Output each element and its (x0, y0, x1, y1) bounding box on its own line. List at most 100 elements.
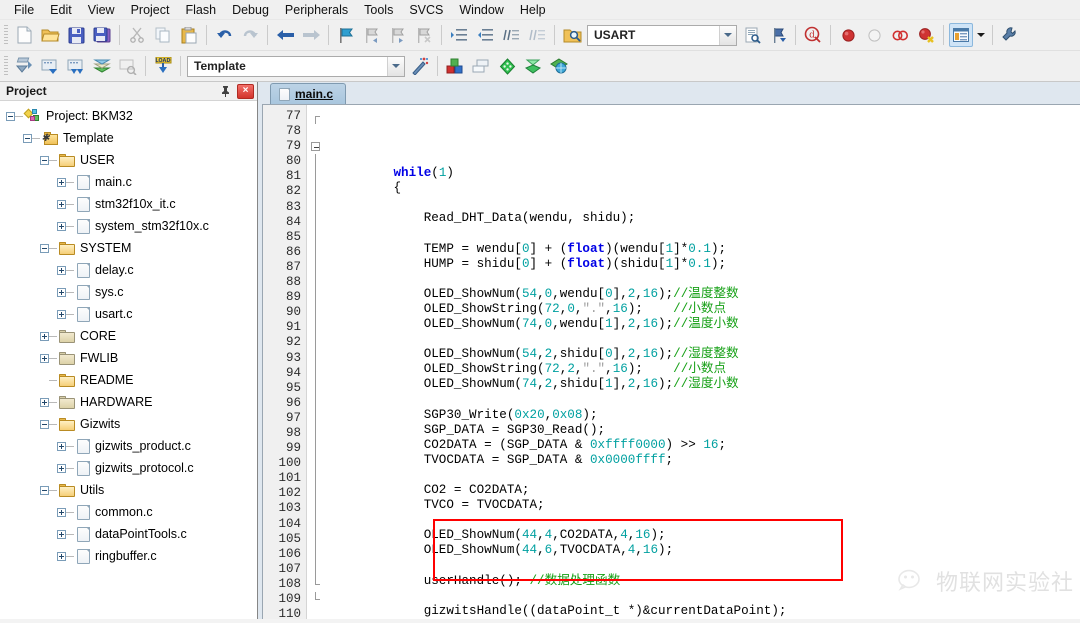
tree-expand-icon[interactable] (57, 529, 66, 539)
open-file-icon[interactable] (38, 23, 62, 47)
undo-icon[interactable] (212, 23, 236, 47)
pin-icon[interactable] (217, 83, 233, 99)
tree-item[interactable]: sys.c (0, 281, 257, 303)
menu-svcs[interactable]: SVCS (401, 1, 451, 19)
source-code-text[interactable]: while(1) { Read_DHT_Data(wendu, shidu); … (329, 105, 1080, 619)
tree-expand-icon[interactable] (57, 463, 66, 473)
menu-view[interactable]: View (80, 1, 123, 19)
bookmark-toggle-icon[interactable] (334, 23, 358, 47)
tree-item[interactable]: ✱ Template (0, 127, 257, 149)
comment-icon[interactable] (499, 23, 523, 47)
target-options-icon[interactable] (443, 54, 467, 78)
tab-main-c[interactable]: main.c (270, 83, 347, 104)
tree-item[interactable]: SYSTEM (0, 237, 257, 259)
navigate-forward-icon[interactable] (299, 23, 323, 47)
disable-breakpoint-icon[interactable] (888, 23, 912, 47)
tree-expand-icon[interactable] (57, 507, 66, 517)
build-icon[interactable] (38, 54, 62, 78)
tree-item[interactable]: Project: BKM32 (0, 105, 257, 127)
tree-item[interactable]: Gizwits (0, 413, 257, 435)
manage-windows-icon[interactable] (949, 23, 973, 47)
find-next-icon[interactable] (740, 23, 764, 47)
download-icon[interactable]: LOAD (151, 54, 175, 78)
rebuild-icon[interactable] (64, 54, 88, 78)
translate-icon[interactable] (12, 54, 36, 78)
tree-item[interactable]: ringbuffer.c (0, 545, 257, 567)
tree-expand-icon[interactable] (40, 331, 49, 341)
toolbar-grip[interactable] (4, 25, 8, 45)
save-icon[interactable] (64, 23, 88, 47)
tree-item[interactable]: HARDWARE (0, 391, 257, 413)
copy-icon[interactable] (151, 23, 175, 47)
find-in-files-icon[interactable] (560, 23, 584, 47)
bookmark-prev-icon[interactable] (360, 23, 384, 47)
tree-item[interactable]: system_stm32f10x.c (0, 215, 257, 237)
project-tree[interactable]: Project: BKM32 ✱ Template USER main.c stm32f1… (0, 101, 257, 619)
tree-collapse-icon[interactable] (40, 155, 49, 165)
tree-expand-icon[interactable] (57, 551, 66, 561)
navigate-back-icon[interactable] (273, 23, 297, 47)
tree-collapse-icon[interactable] (40, 485, 49, 495)
tree-item[interactable]: gizwits_protocol.c (0, 457, 257, 479)
tree-item[interactable]: Utils (0, 479, 257, 501)
tree-item[interactable]: main.c (0, 171, 257, 193)
tree-collapse-icon[interactable] (40, 243, 49, 253)
indent-icon[interactable] (447, 23, 471, 47)
tree-item[interactable]: dataPointTools.c (0, 523, 257, 545)
menu-project[interactable]: Project (123, 1, 178, 19)
save-all-icon[interactable] (90, 23, 114, 47)
tree-collapse-icon[interactable] (23, 133, 32, 143)
tree-expand-icon[interactable] (40, 353, 49, 363)
bookmark-next-icon[interactable] (386, 23, 410, 47)
menu-debug[interactable]: Debug (224, 1, 277, 19)
tree-expand-icon[interactable] (57, 265, 66, 275)
configure-icon[interactable] (998, 23, 1022, 47)
target-combo[interactable]: Template (187, 55, 405, 77)
tree-collapse-icon[interactable] (40, 419, 49, 429)
tree-item[interactable]: CORE (0, 325, 257, 347)
batch-build-icon[interactable] (90, 54, 114, 78)
tree-item[interactable]: stm32f10x_it.c (0, 193, 257, 215)
new-file-icon[interactable] (12, 23, 36, 47)
paste-icon[interactable] (177, 23, 201, 47)
tree-item[interactable]: README (0, 369, 257, 391)
menu-help[interactable]: Help (512, 1, 554, 19)
tree-expand-icon[interactable] (57, 221, 66, 231)
tree-expand-icon[interactable] (57, 287, 66, 297)
kill-breakpoint-icon[interactable] (862, 23, 886, 47)
stop-build-icon[interactable] (116, 54, 140, 78)
menu-window[interactable]: Window (451, 1, 511, 19)
uncomment-icon[interactable] (525, 23, 549, 47)
kill-all-breakpoints-icon[interactable] (914, 23, 938, 47)
menu-edit[interactable]: Edit (42, 1, 80, 19)
find-combo[interactable]: USART (587, 24, 737, 46)
tree-item[interactable]: common.c (0, 501, 257, 523)
insert-breakpoint-icon[interactable] (836, 23, 860, 47)
pack-installer-icon[interactable] (495, 54, 519, 78)
start-debug-icon[interactable]: d (801, 23, 825, 47)
tree-expand-icon[interactable] (57, 309, 66, 319)
tree-collapse-icon[interactable] (6, 111, 15, 121)
manage-windows-dropdown-icon[interactable] (975, 23, 987, 47)
menu-flash[interactable]: Flash (177, 1, 224, 19)
tree-item[interactable]: gizwits_product.c (0, 435, 257, 457)
outdent-icon[interactable] (473, 23, 497, 47)
tree-expand-icon[interactable] (57, 441, 66, 451)
tree-expand-icon[interactable] (40, 397, 49, 407)
code-editor[interactable]: 77 78 79 80 81 82 83 84 85 86 87 88 89 90 91 92 93 94 95 96… (262, 104, 1080, 619)
cut-icon[interactable] (125, 23, 149, 47)
menu-tools[interactable]: Tools (356, 1, 401, 19)
build-toolbar-grip[interactable] (4, 56, 8, 76)
bookmark-find-icon[interactable] (766, 23, 790, 47)
fold-cell[interactable] (307, 139, 329, 154)
bookmark-clear-icon[interactable] (412, 23, 436, 47)
tree-expand-icon[interactable] (57, 199, 66, 209)
magic-wand-icon[interactable] (408, 54, 432, 78)
tree-item[interactable]: delay.c (0, 259, 257, 281)
find-combo-arrow[interactable] (719, 25, 736, 45)
pack-world-icon[interactable] (547, 54, 571, 78)
close-icon[interactable]: × (237, 83, 254, 99)
tree-item[interactable]: FWLIB (0, 347, 257, 369)
tree-expand-icon[interactable] (57, 177, 66, 187)
menu-file[interactable]: File (6, 1, 42, 19)
